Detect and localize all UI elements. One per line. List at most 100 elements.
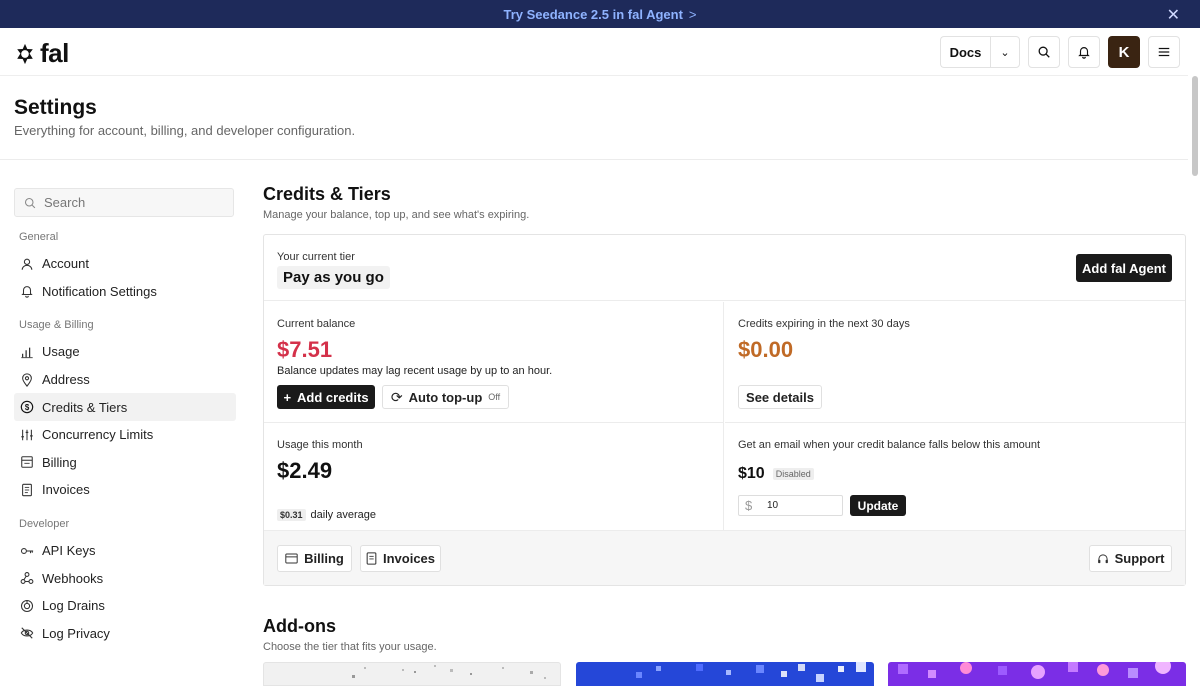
sidebar-item-log-privacy[interactable]: Log Privacy [14, 620, 236, 648]
webhook-icon [20, 572, 34, 585]
alert-amount-input[interactable]: $ 10 [738, 495, 843, 516]
currency-prefix: $ [745, 498, 753, 513]
credits-section-header: Credits & Tiers Manage your balance, top… [263, 184, 1186, 221]
refresh-icon: ⟳ [390, 388, 403, 405]
daily-average: $0.31 daily average [277, 509, 376, 521]
close-banner-icon[interactable]: ✕ [1167, 5, 1180, 25]
add-credits-button[interactable]: + Add credits [277, 385, 375, 409]
addons-subtitle: Choose the tier that fits your usage. [263, 641, 437, 653]
sidebar-search[interactable]: Search [14, 188, 234, 217]
sliders-icon [21, 429, 33, 441]
sidebar-search-input[interactable]: Search [44, 195, 85, 210]
promo-banner-text[interactable]: Try Seedance 2.5 in fal Agent [503, 7, 682, 22]
sidebar-item-credits-tiers[interactable]: $ Credits & Tiers [14, 393, 236, 421]
addon-tile-basic[interactable] [263, 662, 561, 686]
sidebar-item-log-drains[interactable]: Log Drains [14, 592, 236, 620]
alert-value: $10 [738, 465, 765, 482]
key-icon [20, 547, 34, 554]
notifications-button[interactable] [1068, 36, 1100, 68]
balance-label: Current balance [277, 318, 356, 330]
usage-value: $2.49 [277, 458, 333, 483]
tier-value: Pay as you go [277, 266, 390, 289]
main-menu-button[interactable] [1148, 36, 1180, 68]
sidebar-item-account[interactable]: Account [14, 250, 236, 278]
sidebar-item-api-keys[interactable]: API Keys [14, 537, 236, 565]
page-subtitle: Everything for account, billing, and dev… [14, 123, 356, 138]
support-button[interactable]: Support [1089, 545, 1172, 572]
usage-label: Usage this month [277, 439, 363, 451]
docs-dropdown-button[interactable]: ⌄ [990, 36, 1020, 68]
search-icon [24, 197, 36, 208]
alert-label: Get an email when your credit balance fa… [738, 439, 1041, 451]
sidebar-item-billing[interactable]: Billing [14, 449, 236, 477]
balance-value: $7.51 [277, 337, 333, 362]
sidebar-item-notification-settings[interactable]: Notification Settings [14, 278, 236, 306]
dollar-circle-icon: $ [20, 400, 34, 414]
drain-icon [20, 599, 34, 612]
plus-icon: + [283, 389, 292, 405]
brand-name: fal [40, 38, 69, 68]
user-icon [21, 258, 33, 270]
tier-label: Your current tier [277, 251, 355, 263]
pixel-pattern-light [352, 665, 546, 679]
page-scrollbar[interactable] [1192, 76, 1198, 176]
sidebar-item-webhooks[interactable]: Webhooks [14, 564, 236, 592]
addons-title: Add-ons [263, 616, 336, 636]
location-pin-icon [22, 372, 32, 387]
usage-month-cell: Usage this month $2.49 $0.31 daily avera… [264, 423, 724, 530]
page-header: Settings Everything for account, billing… [0, 76, 1188, 160]
addon-tile-pro[interactable] [576, 662, 874, 686]
sidebar-item-concurrency-limits[interactable]: Concurrency Limits [14, 421, 236, 449]
sidebar-item-invoices[interactable]: Invoices [14, 476, 236, 504]
search-icon [1038, 46, 1050, 58]
update-alert-button[interactable]: Update [850, 495, 906, 516]
receipt-icon [21, 456, 33, 469]
page-title: Settings [14, 96, 97, 119]
docs-button[interactable]: Docs [940, 36, 990, 68]
alert-input-value[interactable]: 10 [759, 500, 778, 511]
see-details-button[interactable]: See details [738, 385, 822, 409]
sidebar-group-developer: Developer [19, 517, 70, 530]
credits-card-footer: Billing Invoices Support [264, 530, 1185, 585]
daily-average-value: $0.31 [277, 509, 306, 521]
credits-card: Your current tier Pay as you go Add fal … [263, 234, 1186, 586]
top-navigation-bar: fal Docs ⌄ K [0, 28, 1188, 76]
sidebar-item-label: Credits & Tiers [42, 399, 128, 415]
chevron-down-icon: ⌄ [1000, 46, 1010, 59]
promo-banner[interactable]: Try Seedance 2.5 in fal Agent > ✕ [0, 0, 1200, 28]
low-balance-alert-cell: Get an email when your credit balance fa… [725, 423, 1185, 530]
add-fal-agent-button[interactable]: Add fal Agent [1076, 254, 1172, 282]
search-button[interactable] [1028, 36, 1060, 68]
sidebar-item-label: Log Privacy [42, 625, 110, 641]
alert-state-badge: Disabled [772, 468, 814, 480]
sidebar-item-label: Notification Settings [42, 283, 157, 299]
bell-icon [21, 286, 33, 298]
balance-note: Balance updates may lag recent usage by … [277, 365, 553, 377]
auto-topup-state: Off [488, 392, 501, 402]
sidebar-item-label: API Keys [42, 543, 96, 559]
invoices-link-button[interactable]: Invoices [360, 545, 441, 572]
sidebar-group-usage-billing: Usage & Billing [19, 319, 94, 332]
add-credits-label: Add credits [297, 389, 369, 405]
settings-sidebar: Search General Account Notification Sett… [14, 188, 236, 647]
fal-logo[interactable]: fal [14, 38, 69, 69]
expiring-value: $0.00 [738, 337, 794, 362]
credit-card-icon [285, 553, 298, 564]
invoices-link-label: Invoices [382, 551, 436, 566]
document-icon [22, 483, 32, 497]
auto-topup-label: Auto top-up [408, 389, 483, 405]
sidebar-item-address[interactable]: Address [14, 366, 236, 394]
support-label: Support [1114, 551, 1165, 566]
sidebar-item-usage[interactable]: Usage [14, 338, 236, 366]
hamburger-menu-icon [1158, 47, 1170, 57]
user-avatar[interactable]: K [1108, 36, 1140, 68]
sidebar-item-label: Address [42, 372, 90, 388]
addon-tile-enterprise[interactable] [888, 662, 1186, 686]
billing-link-button[interactable]: Billing [277, 545, 352, 572]
sidebar-item-label: Billing [42, 454, 77, 470]
eye-off-icon [20, 627, 34, 639]
billing-link-label: Billing [304, 551, 344, 566]
bell-icon [1078, 47, 1090, 59]
headset-icon [1097, 553, 1108, 563]
auto-topup-button[interactable]: ⟳ Auto top-up Off [382, 385, 509, 409]
